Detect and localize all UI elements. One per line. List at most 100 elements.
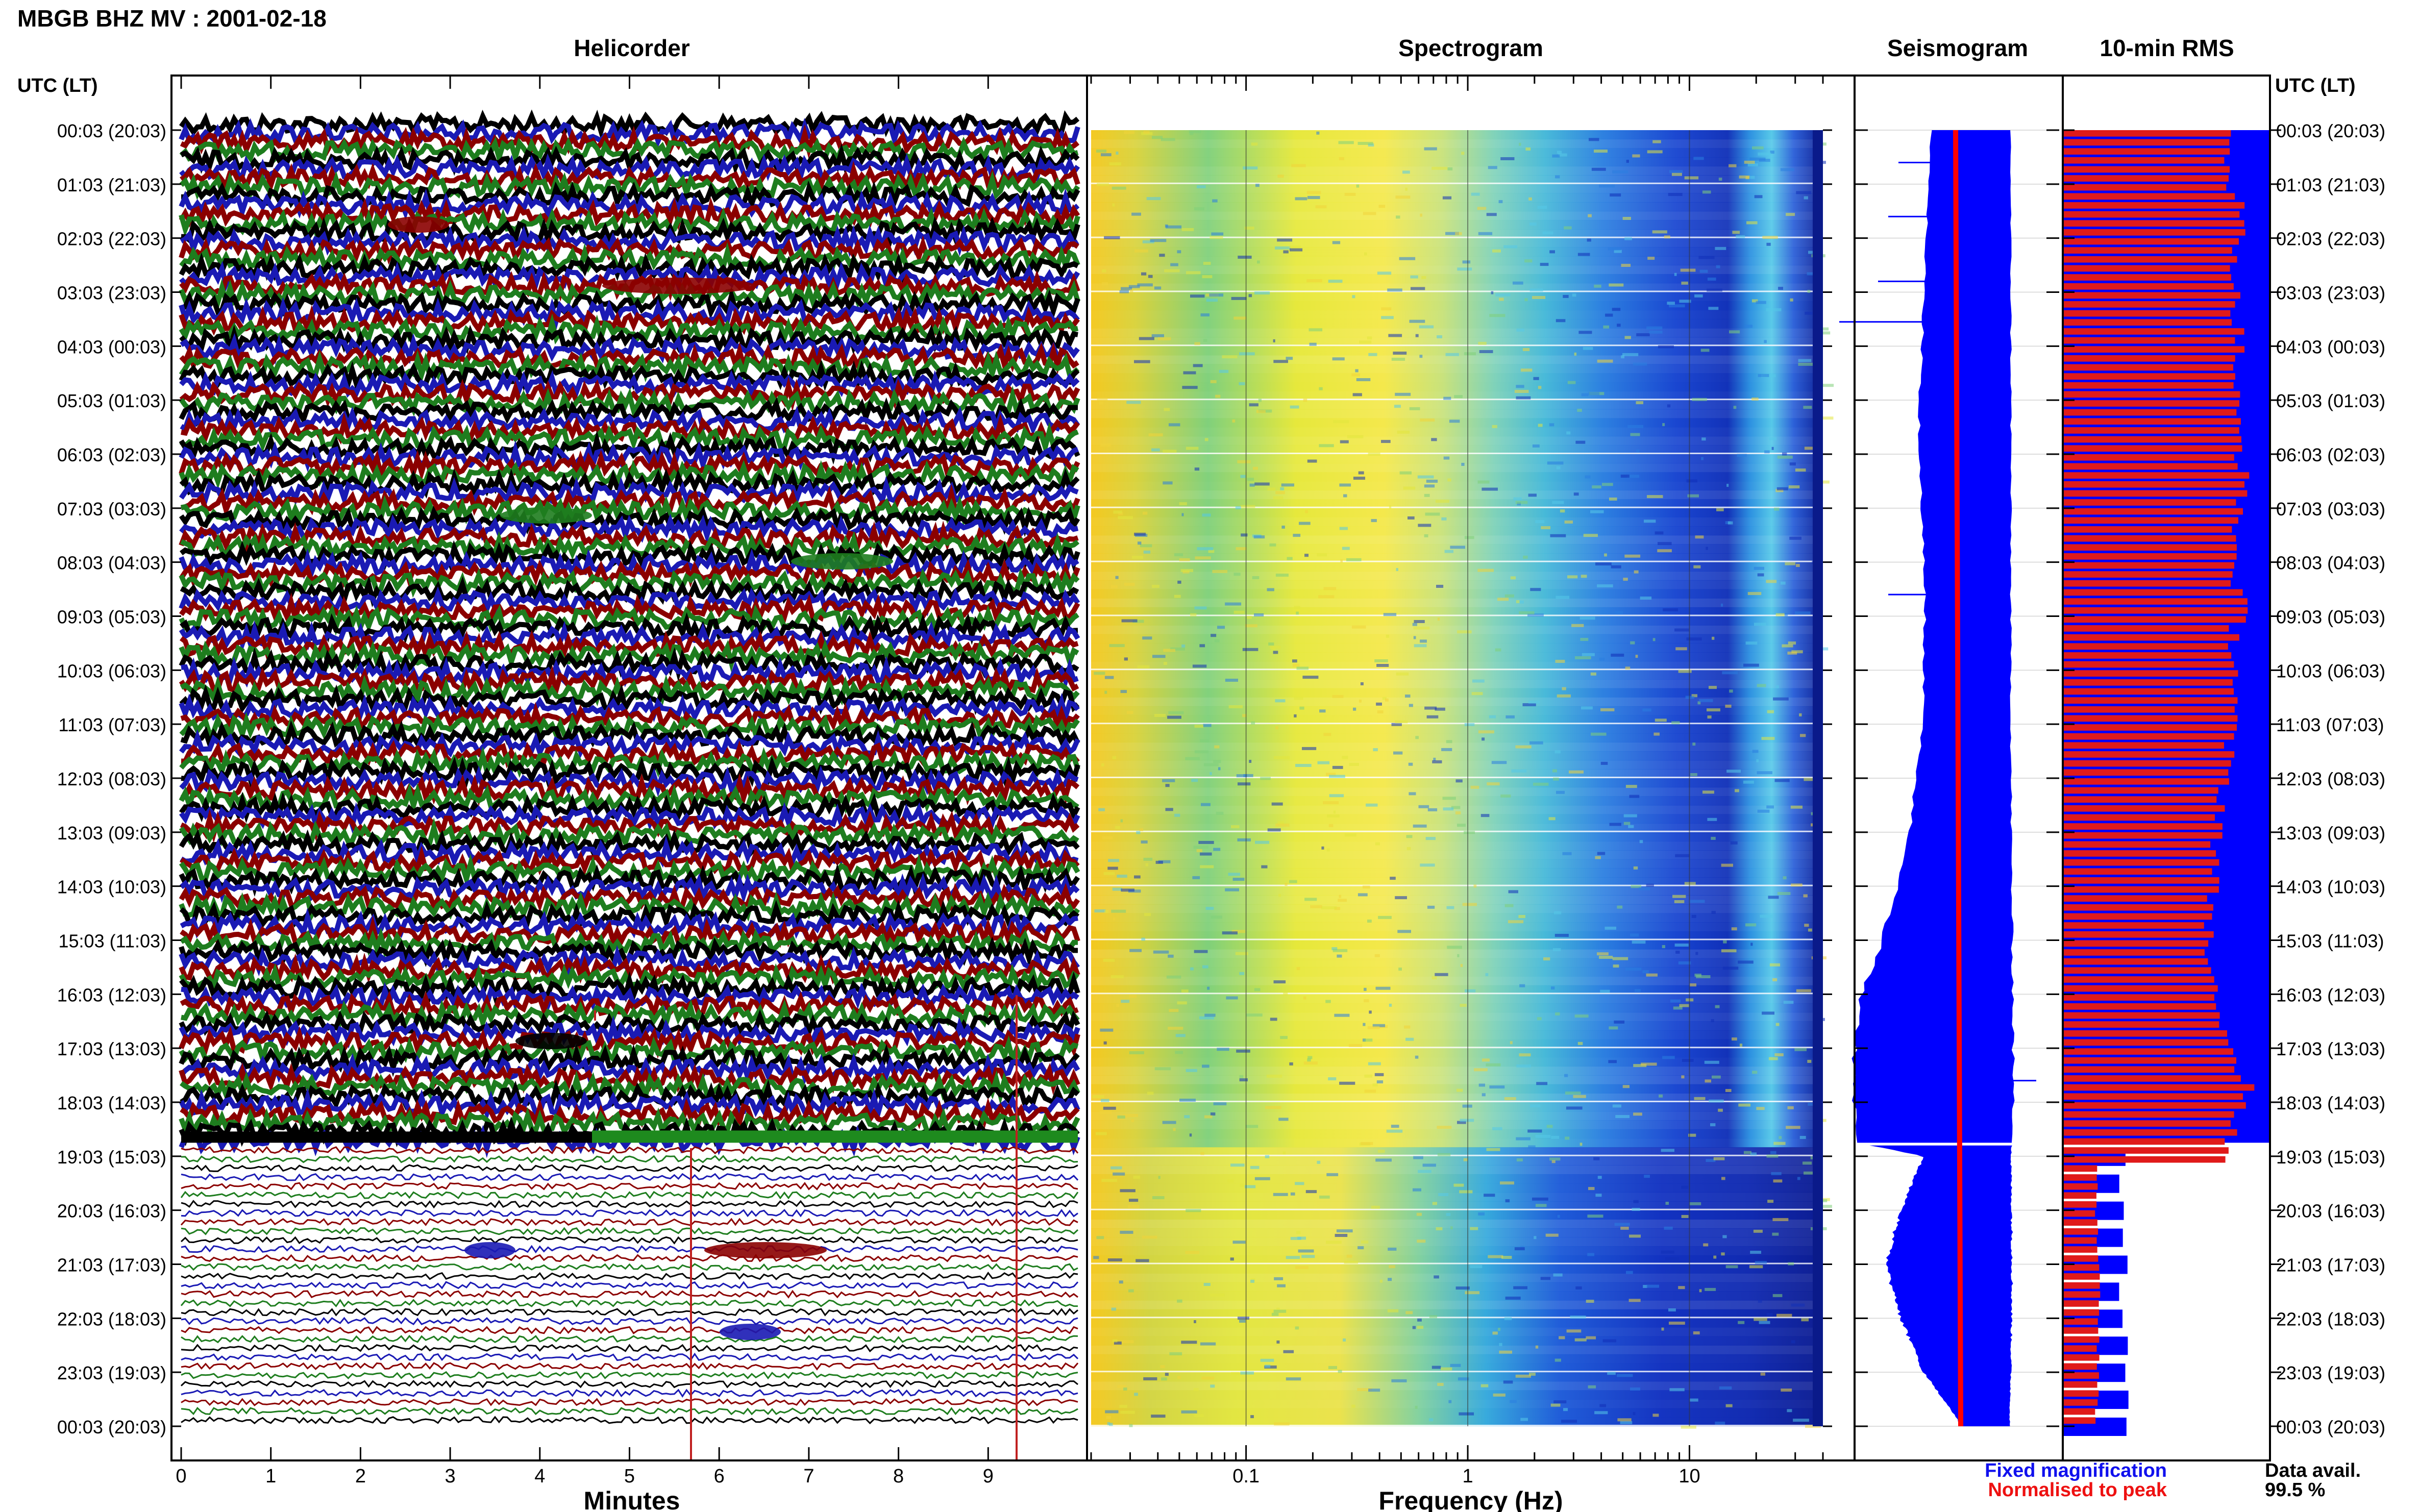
spectrogram-speckle (1143, 550, 1151, 554)
spectrogram-speckle (1705, 1287, 1716, 1291)
time-label-left: 05:03 (01:03) (57, 390, 166, 411)
spectrogram-speckle (1104, 676, 1114, 679)
spectrogram-speckle (1425, 837, 1436, 840)
spectrogram-speckle (1743, 1151, 1751, 1154)
spectrogram-speckle (1096, 1236, 1104, 1240)
spectrogram-speckle (1107, 866, 1118, 870)
spectrogram-speckle (1473, 884, 1477, 888)
spectrogram-speckle (1664, 235, 1670, 239)
spectrogram-speckle (1357, 1246, 1364, 1250)
spectrogram-speckle (1437, 1126, 1452, 1129)
spectrogram-row (1091, 1246, 1823, 1256)
spectrogram-speckle (1657, 549, 1672, 553)
time-label-right: 11:03 (07:03) (2276, 714, 2384, 735)
spectrogram-row (1091, 670, 1823, 680)
spectrogram-speckle (1600, 761, 1608, 765)
rms-bar (2063, 958, 2208, 965)
spectrogram-speckle (1595, 562, 1612, 566)
spectrogram-speckle (1378, 915, 1392, 919)
helicorder-trace (181, 1326, 1078, 1334)
spectrogram-speckle (1212, 569, 1228, 573)
time-label-right: 21:03 (17:03) (2276, 1255, 2385, 1276)
spectrogram-speckle (1692, 742, 1696, 746)
rms-bar (2063, 1408, 2095, 1415)
time-label-left: 00:03 (20:03) (57, 120, 166, 141)
time-label-right: 01:03 (21:03) (2276, 175, 2385, 195)
minutes-axis-label: Minutes (584, 1486, 680, 1512)
spectrogram-speckle (1563, 1408, 1568, 1411)
spectrogram-speckle (1729, 689, 1733, 693)
spectrogram-speckle (1339, 157, 1344, 160)
spectrogram-speckle (1161, 138, 1175, 141)
spectrogram-speckle (1444, 550, 1453, 553)
spectrogram-speckle (1692, 398, 1707, 401)
spectrogram-speckle (1569, 770, 1584, 774)
spectrogram-speckle (1323, 733, 1331, 736)
spectrogram-speckle (1238, 1317, 1249, 1320)
spectrogram-speckle (1196, 185, 1206, 188)
rms-bar (2063, 1210, 2095, 1217)
helicorder-trace (181, 1389, 1078, 1398)
helicorder-panel (179, 109, 1080, 1459)
helicorder-event (720, 1324, 781, 1340)
spectrogram-speckle (1105, 1410, 1119, 1414)
spectrogram-speckle (1100, 1099, 1109, 1102)
spectrogram-speckle (1524, 259, 1533, 263)
spectrogram-speckle (1381, 440, 1391, 443)
spectrogram-speckle (1232, 878, 1245, 881)
rms-bar (2063, 886, 2219, 893)
spectrogram-speckle (1447, 167, 1453, 170)
spectrogram-speckle (1278, 894, 1281, 897)
spectrogram-speckle (1449, 419, 1460, 423)
spectrogram-speckle (1177, 580, 1181, 584)
spectrogram-speckle (1754, 1318, 1767, 1321)
spectrogram-row (1091, 580, 1823, 590)
spectrogram-speckle (1488, 1255, 1503, 1258)
rms-bar (2063, 292, 2240, 299)
spectrogram-row (1091, 922, 1823, 932)
spectrogram-speckle (1144, 913, 1151, 916)
spectrogram-speckle (1586, 1300, 1594, 1303)
spectrogram-speckle (1620, 475, 1630, 478)
rms-bar (2063, 1237, 2097, 1244)
spectrogram-speckle (1152, 136, 1163, 139)
spectrogram-speckle (1773, 1142, 1786, 1145)
time-label-left: 14:03 (10:03) (57, 877, 166, 898)
spectrogram-speckle (1250, 1279, 1254, 1283)
spectrogram-speckle (1774, 507, 1780, 511)
spectrogram-speckle (1292, 659, 1297, 663)
spectrogram-speckle (1163, 450, 1177, 453)
spectrogram-speckle (1277, 175, 1284, 178)
spectrogram-speckle (1633, 866, 1638, 870)
spectrogram-speckle (1497, 598, 1509, 601)
spectrogram-speckle (1250, 1415, 1254, 1419)
spectrogram-speckle (1587, 1253, 1594, 1256)
spectrogram-speckle (1355, 369, 1359, 373)
frequency-tick-label: 10 (1679, 1466, 1700, 1487)
helicorder-trace (181, 1416, 1078, 1425)
rms-bar (2063, 1363, 2097, 1370)
rms-bar (2063, 814, 2215, 821)
spectrogram-speckle (1587, 1214, 1603, 1218)
spectrogram-speckle (1716, 265, 1720, 268)
rms-bar (2063, 751, 2235, 758)
spectrogram-speckle (1332, 241, 1341, 244)
spectrogram-speckle (1399, 471, 1412, 475)
spectrogram-speckle (1162, 779, 1175, 782)
spectrogram-speckle (1516, 396, 1531, 400)
spectrogram-speckle (1633, 1112, 1642, 1116)
rms-bar (2063, 445, 2242, 452)
spectrogram-speckle (1436, 585, 1444, 588)
spectrogram-speckle (1138, 541, 1142, 545)
spectrogram-speckle (1363, 1023, 1366, 1026)
rms-bar (2063, 427, 2239, 434)
spectrogram-speckle (1368, 1062, 1381, 1065)
spectrogram-speckle (1347, 435, 1364, 438)
spectrogram-speckle (1516, 1137, 1531, 1141)
spectrogram-speckle (1597, 852, 1606, 855)
rms-bar (2063, 211, 2240, 218)
spectrogram-speckle (1535, 520, 1545, 524)
spectrogram-speckle (1686, 637, 1702, 641)
spectrogram-speckle (1743, 663, 1759, 667)
spectrogram-speckle (1425, 512, 1440, 516)
